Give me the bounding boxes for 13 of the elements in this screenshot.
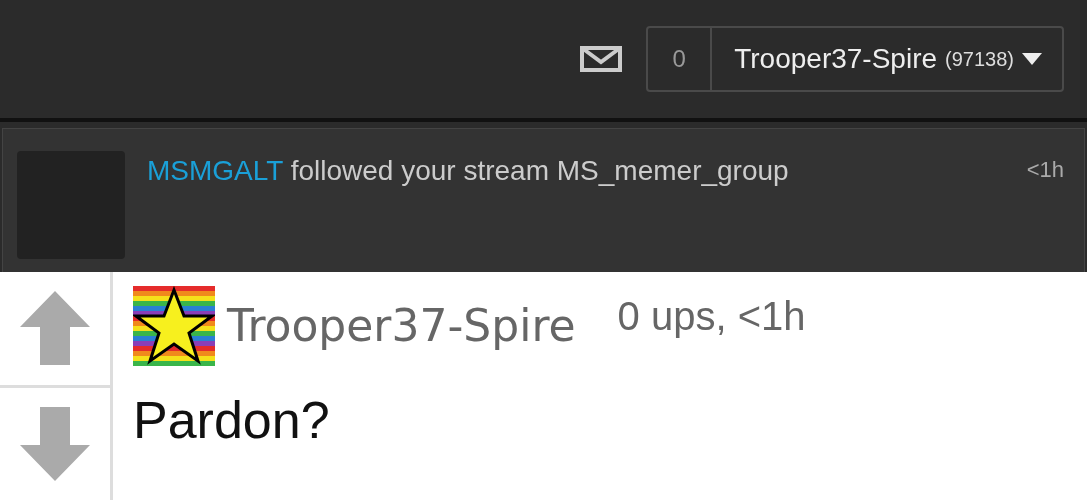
user-dropdown-button[interactable]: Trooper37-Spire (97138) [712,28,1062,90]
notification-time: <1h [1026,157,1064,184]
comment-username: Trooper37-Spire [227,300,576,351]
down-arrow-icon [20,406,90,481]
comment-text: Pardon? [133,390,331,450]
mail-icon[interactable] [580,46,623,72]
user-link[interactable]: MSMGALT [147,155,283,186]
up-arrow-icon [20,291,90,366]
comment-meta: 0 ups, <1h [617,294,806,339]
caret-icon [1022,53,1042,65]
rainbow-star-icon [133,286,215,366]
message-count: 0 [648,28,713,90]
notification-text: MSMGALT followed your stream MS_memer_group [147,155,790,188]
